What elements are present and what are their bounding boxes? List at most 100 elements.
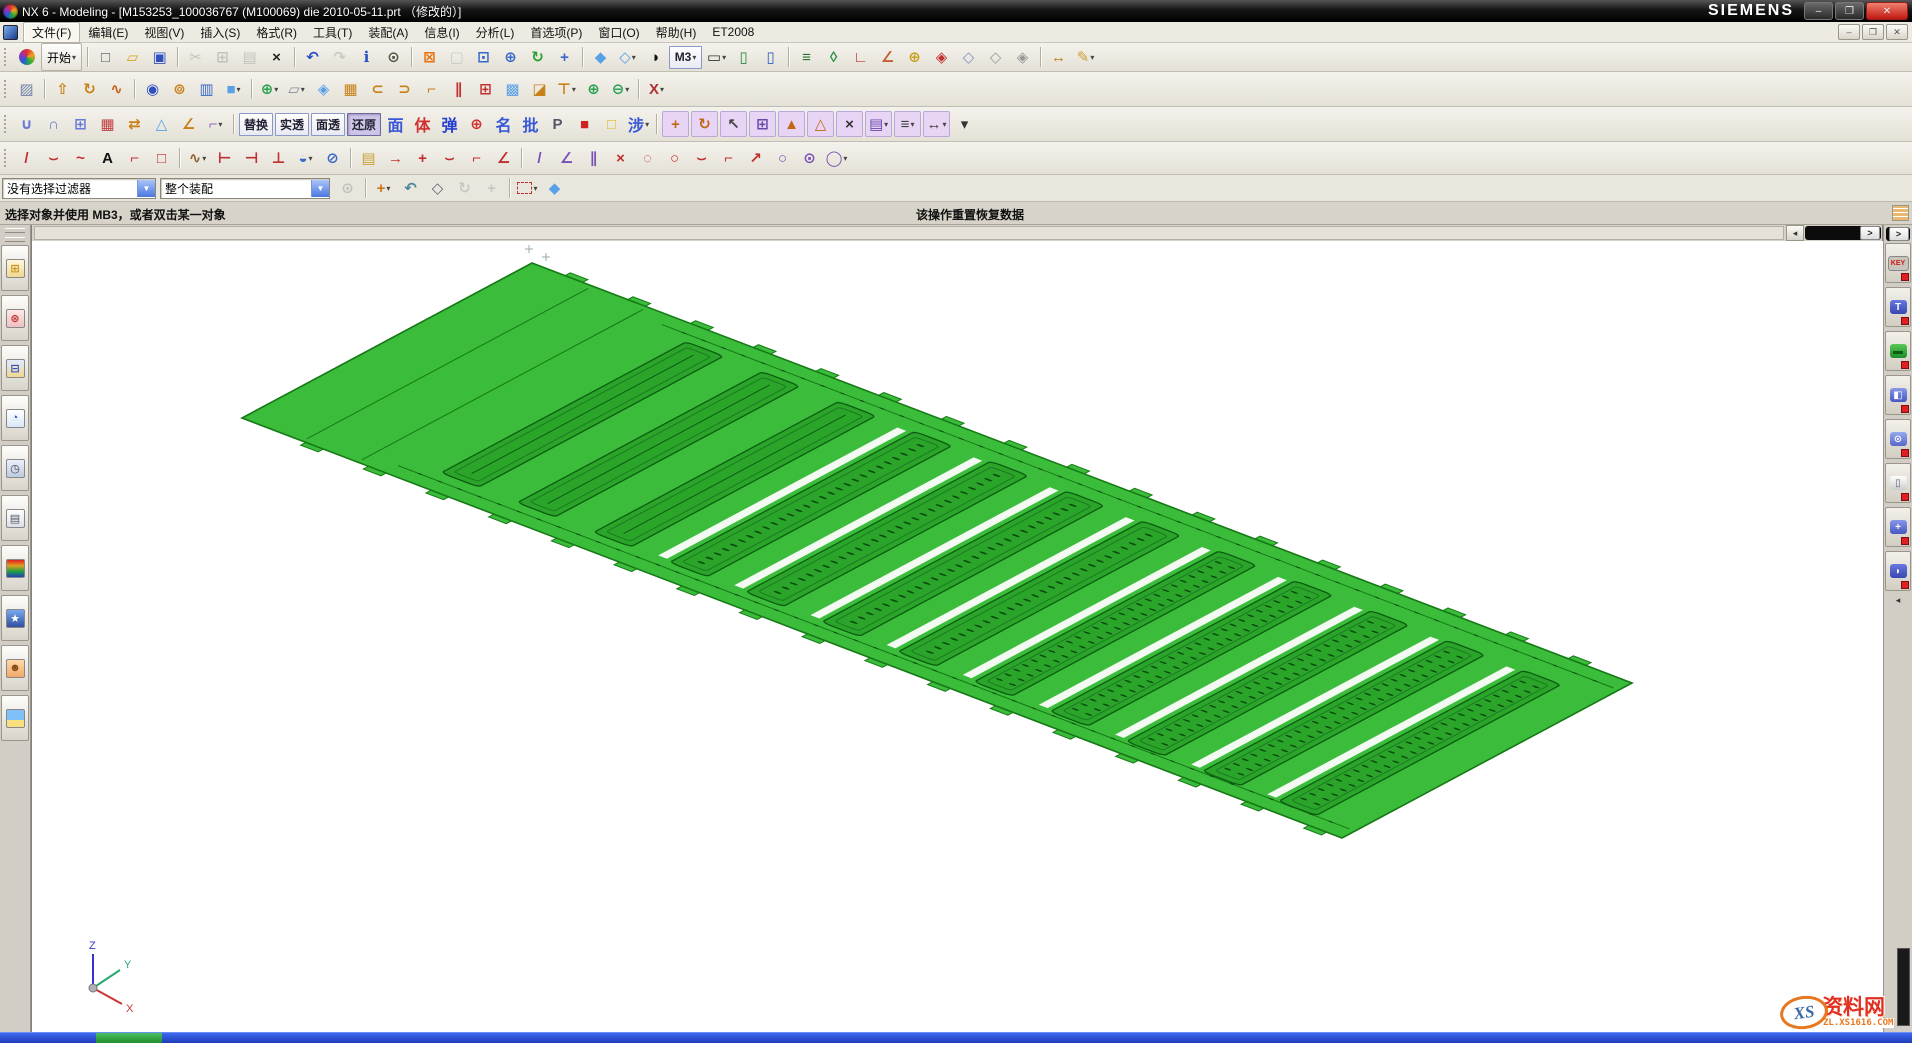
child-close-button[interactable]: ✕: [1886, 24, 1908, 40]
wcs-display-button[interactable]: ⊕: [902, 45, 927, 69]
display-style-button[interactable]: ◇▾: [615, 45, 640, 69]
ellipse-dashed-button[interactable]: ◌: [635, 146, 660, 170]
sheet-bend-button[interactable]: ∠: [176, 112, 201, 136]
studio-spline-button[interactable]: ∿▾: [185, 146, 210, 170]
boss-button[interactable]: ⊚: [167, 77, 192, 101]
line-button[interactable]: /: [14, 146, 39, 170]
menu-item-6[interactable]: 装配(A): [360, 23, 416, 42]
toolbar-grip[interactable]: [4, 80, 9, 98]
wireframe-cube-button[interactable]: ◇: [425, 176, 450, 200]
t-slot-part-tab[interactable]: T: [1885, 287, 1911, 327]
face-transparent-button[interactable]: 面透: [311, 113, 345, 136]
rotate-view-button[interactable]: ↻: [525, 45, 550, 69]
circle-dim-button[interactable]: ⊙: [797, 146, 822, 170]
copy-button[interactable]: ⊞: [210, 45, 235, 69]
palettes-tab[interactable]: ▤: [1, 495, 29, 541]
subtract-button[interactable]: ⊖▾: [608, 77, 633, 101]
corner-trim-button[interactable]: ⌐: [716, 146, 741, 170]
key-parts-tab[interactable]: KEY: [1885, 243, 1911, 283]
move-component-button[interactable]: +: [662, 111, 689, 137]
collapse-arrow-icon[interactable]: ◂: [1896, 595, 1901, 606]
close-button[interactable]: ✕: [1866, 2, 1908, 20]
child-restore-button[interactable]: ❐: [1862, 24, 1884, 40]
fillet-curve-button[interactable]: ⌣: [437, 146, 462, 170]
graphics-viewport[interactable]: ZYX: [32, 241, 1886, 1040]
contrast-circle-button[interactable]: ◑: [642, 45, 667, 69]
solid-transparent-button[interactable]: 实透: [275, 113, 309, 136]
shaded-view-button[interactable]: ◆: [588, 45, 613, 69]
delete-button[interactable]: ×: [264, 45, 289, 69]
datum-plane-button[interactable]: ▱▾: [284, 77, 309, 101]
sheet-flange-button[interactable]: ⌐▾: [203, 112, 228, 136]
fill-button[interactable]: ◒▾: [293, 146, 318, 170]
ruled-surface-button[interactable]: ∪: [14, 112, 39, 136]
windows-taskbar[interactable]: [0, 1032, 1912, 1043]
roles-tab[interactable]: ☻: [1, 645, 29, 691]
trim-curve-button[interactable]: ⊢: [212, 146, 237, 170]
component-up-button[interactable]: ▲: [778, 111, 805, 137]
sheet-pages-button[interactable]: ⊞: [473, 77, 498, 101]
pocket-button[interactable]: ▥: [194, 77, 219, 101]
batch-tool-button[interactable]: 批: [518, 112, 543, 136]
materials-tab[interactable]: [1, 695, 29, 741]
tube-button[interactable]: ⊘: [320, 146, 345, 170]
row3-overflow-button[interactable]: ▾: [952, 112, 977, 136]
curve-mesh-button[interactable]: ⊞: [68, 112, 93, 136]
cross-part-tab[interactable]: +: [1885, 507, 1911, 547]
plane-dialog-button[interactable]: ◇: [983, 45, 1008, 69]
component-down-button[interactable]: △: [807, 111, 834, 137]
zoom-box-button[interactable]: ⊡: [471, 45, 496, 69]
layer-settings-button[interactable]: ≡: [794, 45, 819, 69]
paste-button[interactable]: ▤: [237, 45, 262, 69]
csys-button[interactable]: ∟: [848, 45, 873, 69]
arrow-up-button[interactable]: ↗: [743, 146, 768, 170]
selection-scope-combo[interactable]: 整个装配 ▼: [160, 178, 330, 199]
menu-item-9[interactable]: 首选项(P): [522, 23, 590, 42]
center-target-button[interactable]: ⊕: [464, 112, 489, 136]
curve-arrow-button[interactable]: →: [383, 146, 408, 170]
rotate-disabled-button[interactable]: ↻: [452, 176, 477, 200]
toolbar-grip[interactable]: [4, 48, 9, 66]
green-block-part-tab[interactable]: ▬: [1885, 331, 1911, 371]
clip-section-button[interactable]: ▯: [731, 45, 756, 69]
marquee-select-button[interactable]: ▾: [515, 176, 540, 200]
rib-button[interactable]: ∥: [446, 77, 471, 101]
shaded-cube-button[interactable]: ◆: [542, 176, 567, 200]
menu-item-2[interactable]: 视图(V): [136, 23, 192, 42]
chevron-down-icon[interactable]: ▼: [137, 180, 155, 197]
menu-item-5[interactable]: 工具(T): [305, 23, 360, 42]
delete-component-button[interactable]: ×: [836, 111, 863, 137]
replace-button[interactable]: 替换: [239, 113, 273, 136]
save-button[interactable]: ▣: [147, 45, 172, 69]
rectangle-button[interactable]: □: [149, 146, 174, 170]
swap-face-button[interactable]: ⇄: [122, 112, 147, 136]
child-minimize-button[interactable]: –: [1838, 24, 1860, 40]
web-browser-tab[interactable]: ◔: [1, 395, 29, 441]
point-dialog-button[interactable]: ◈: [929, 45, 954, 69]
menu-item-3[interactable]: 插入(S): [192, 23, 248, 42]
plate-part-tab[interactable]: ⊙: [1885, 419, 1911, 459]
body-display-button[interactable]: 体: [410, 112, 435, 136]
minimize-button[interactable]: –: [1804, 2, 1833, 20]
orient-csys-button[interactable]: ∠: [875, 45, 900, 69]
trim-body-button[interactable]: ◪: [527, 77, 552, 101]
annotation-pencil-button[interactable]: ✎▾: [1073, 45, 1098, 69]
cage-cube-button[interactable]: ▩: [500, 77, 525, 101]
restore-button[interactable]: ❐: [1835, 2, 1864, 20]
extract-body-button[interactable]: ▦: [338, 77, 363, 101]
rotate-component-button[interactable]: ↻: [691, 111, 718, 137]
ellipse-dashed-2-button[interactable]: ○: [662, 146, 687, 170]
zoom-in-out-button[interactable]: ⊕: [498, 45, 523, 69]
nx-swirl-icon[interactable]: [14, 45, 39, 69]
spline-button[interactable]: ~: [68, 146, 93, 170]
menu-item-12[interactable]: ET2008: [704, 24, 762, 40]
background-white-button[interactable]: ▭▾: [704, 45, 729, 69]
datum-csys-button[interactable]: ◈: [311, 77, 336, 101]
assoc-line-button[interactable]: /: [527, 146, 552, 170]
selection-search-button[interactable]: ⊙: [335, 176, 360, 200]
trim-sheet-button[interactable]: △: [149, 112, 174, 136]
scroll-left-button[interactable]: ◂: [1786, 225, 1804, 241]
expand-arrow-icon[interactable]: >: [1889, 227, 1909, 241]
flange-button[interactable]: ⌐: [419, 77, 444, 101]
component-dimension-button[interactable]: ↔▾: [923, 111, 950, 137]
